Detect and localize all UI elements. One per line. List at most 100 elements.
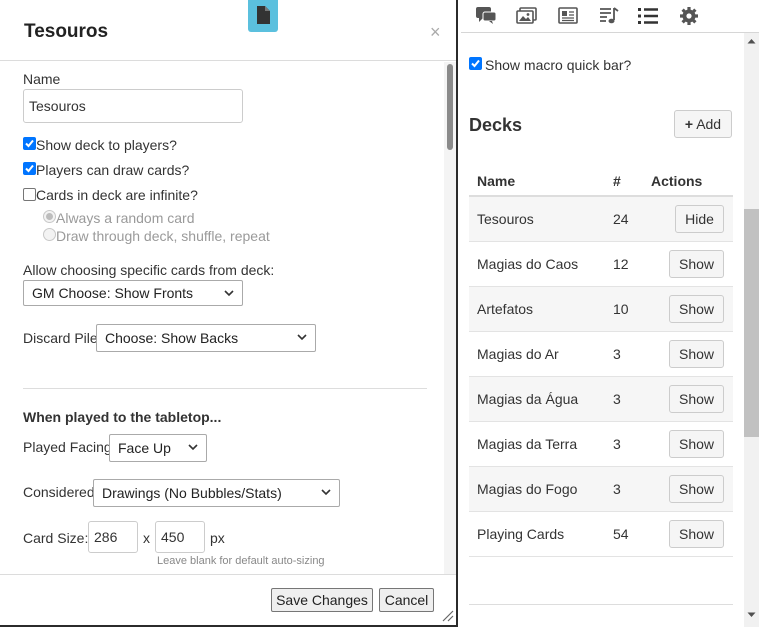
name-label: Name [23, 71, 61, 87]
discard-pile-select[interactable]: Choose: Show Backs [96, 324, 316, 352]
discard-pile-value: Choose: Show Backs [105, 330, 239, 346]
table-row: Magias da Água 3 Show [469, 377, 733, 422]
allow-choosing-value: GM Choose: Show Fronts [32, 285, 194, 301]
chevron-down-icon [188, 444, 198, 451]
scroll-down-icon[interactable] [747, 612, 756, 618]
considered-select[interactable]: Drawings (No Bubbles/Stats) [93, 479, 340, 507]
toolbar-divider [461, 32, 759, 33]
draw-through-label: Draw through deck, shuffle, repeat [56, 228, 270, 244]
dialog-scrollbar-thumb[interactable] [447, 64, 453, 150]
random-card-label: Always a random card [56, 210, 195, 226]
random-card-radio[interactable] [43, 210, 56, 223]
discard-pile-label: Discard Pile: [23, 330, 102, 346]
players-draw-label: Players can draw cards? [36, 162, 190, 178]
count-column-header: # [613, 173, 621, 189]
deck-name: Tesouros [477, 211, 534, 227]
decks-title: Decks [469, 115, 523, 135]
table-row: Artefatos 10 Show [469, 287, 733, 332]
deck-visibility-button[interactable]: Show [669, 475, 724, 503]
journal-icon[interactable] [557, 6, 579, 26]
close-button[interactable]: × [430, 22, 441, 42]
tabletop-heading: When played to the tabletop... [23, 409, 222, 425]
dialog-header[interactable]: Tesouros × [0, 0, 456, 61]
cancel-button[interactable]: Cancel [379, 588, 434, 612]
macro-bar-checkbox[interactable] [469, 57, 482, 70]
add-deck-label: Add [696, 116, 722, 132]
save-changes-button[interactable]: Save Changes [271, 588, 373, 612]
divider [23, 388, 427, 389]
deck-count: 54 [613, 526, 629, 542]
card-width-input[interactable]: 286 [88, 521, 138, 553]
allow-choosing-select[interactable]: GM Choose: Show Fronts [23, 280, 243, 306]
deck-name: Magias da Água [477, 391, 579, 407]
deck-visibility-button[interactable]: Show [669, 340, 724, 368]
table-row: Magias do Fogo 3 Show [469, 467, 733, 512]
considered-value: Drawings (No Bubbles/Stats) [102, 485, 282, 501]
deck-visibility-button[interactable]: Hide [675, 205, 724, 233]
gear-icon[interactable] [678, 6, 700, 26]
table-row: Magias do Caos 12 Show [469, 242, 733, 287]
deck-visibility-button[interactable]: Show [669, 430, 724, 458]
deck-name: Magias da Terra [477, 436, 578, 452]
allow-choosing-label: Allow choosing specific cards from deck: [23, 262, 275, 278]
deck-name: Artefatos [477, 301, 534, 317]
panel-scrollbar[interactable] [744, 33, 759, 627]
decks-table-body: Tesouros 24 Hide Magias do Caos 12 Show Artefa… [469, 197, 733, 557]
played-facing-label: Played Facing: [23, 439, 116, 455]
deck-count: 10 [613, 301, 629, 317]
card-height-input[interactable]: 450 [155, 521, 205, 553]
sidebar-toolbar [461, 0, 759, 32]
dialog-body: Name Tesouros Show deck to players? Play… [0, 62, 444, 574]
deck-visibility-button[interactable]: Show [669, 385, 724, 413]
card-size-separator: x [143, 530, 150, 546]
sidebar-panel: Show macro quick bar? Decks + Add Name #… [461, 0, 759, 627]
table-row: Tesouros 24 Hide [469, 197, 733, 242]
table-row: Playing Cards 54 Show [469, 512, 733, 557]
deck-name: Playing Cards [477, 526, 565, 542]
scroll-up-icon[interactable] [747, 38, 756, 44]
card-size-label: Card Size: [23, 530, 89, 546]
deck-settings-dialog: Tesouros × Name Tesouros Show deck to pl… [0, 0, 458, 627]
deck-visibility-button[interactable]: Show [669, 295, 724, 323]
show-deck-checkbox[interactable] [23, 137, 36, 150]
table-row: Magias da Terra 3 Show [469, 422, 733, 467]
plus-icon: + [684, 116, 694, 132]
dialog-footer: Save Changes Cancel [0, 574, 456, 625]
name-column-header: Name [477, 173, 516, 189]
chevron-down-icon [321, 489, 331, 496]
deck-count: 12 [613, 256, 629, 272]
table-row: Magias do Ar 3 Show [469, 332, 733, 377]
played-facing-select[interactable]: Face Up [109, 434, 207, 462]
deck-count: 3 [613, 481, 621, 497]
decks-table-header: Name # Actions [469, 166, 733, 197]
infinite-deck-label: Cards in deck are infinite? [36, 187, 198, 203]
panel-scrollbar-thumb[interactable] [744, 209, 759, 437]
deck-visibility-button[interactable]: Show [669, 250, 724, 278]
chat-icon[interactable] [475, 6, 497, 26]
deck-count: 3 [613, 436, 621, 452]
deck-visibility-button[interactable]: Show [669, 520, 724, 548]
deck-count: 3 [613, 391, 621, 407]
add-deck-button[interactable]: + Add [674, 110, 732, 138]
panel-divider [469, 604, 733, 605]
music-icon[interactable] [598, 6, 620, 26]
deck-name-input[interactable]: Tesouros [23, 89, 243, 123]
played-facing-value: Face Up [118, 440, 171, 456]
dialog-scrollbar[interactable] [444, 62, 456, 574]
deck-count: 24 [613, 211, 629, 227]
players-draw-checkbox[interactable] [23, 162, 36, 175]
chevron-down-icon [224, 290, 234, 297]
deck-name: Magias do Fogo [477, 481, 578, 497]
infinite-deck-checkbox[interactable] [23, 188, 36, 201]
actions-column-header: Actions [651, 173, 703, 189]
considered-label: Considered: [23, 484, 99, 500]
file-icon [248, 0, 278, 32]
dialog-title: Tesouros [24, 21, 109, 42]
resize-handle-icon[interactable] [440, 608, 454, 622]
macro-bar-label: Show macro quick bar? [485, 57, 632, 73]
list-icon[interactable] [637, 6, 659, 26]
decks-table: Name # Actions Tesouros 24 Hide Magias do C… [469, 166, 733, 557]
deck-name: Magias do Caos [477, 256, 579, 272]
image-icon[interactable] [516, 6, 538, 26]
draw-through-radio[interactable] [43, 228, 56, 241]
